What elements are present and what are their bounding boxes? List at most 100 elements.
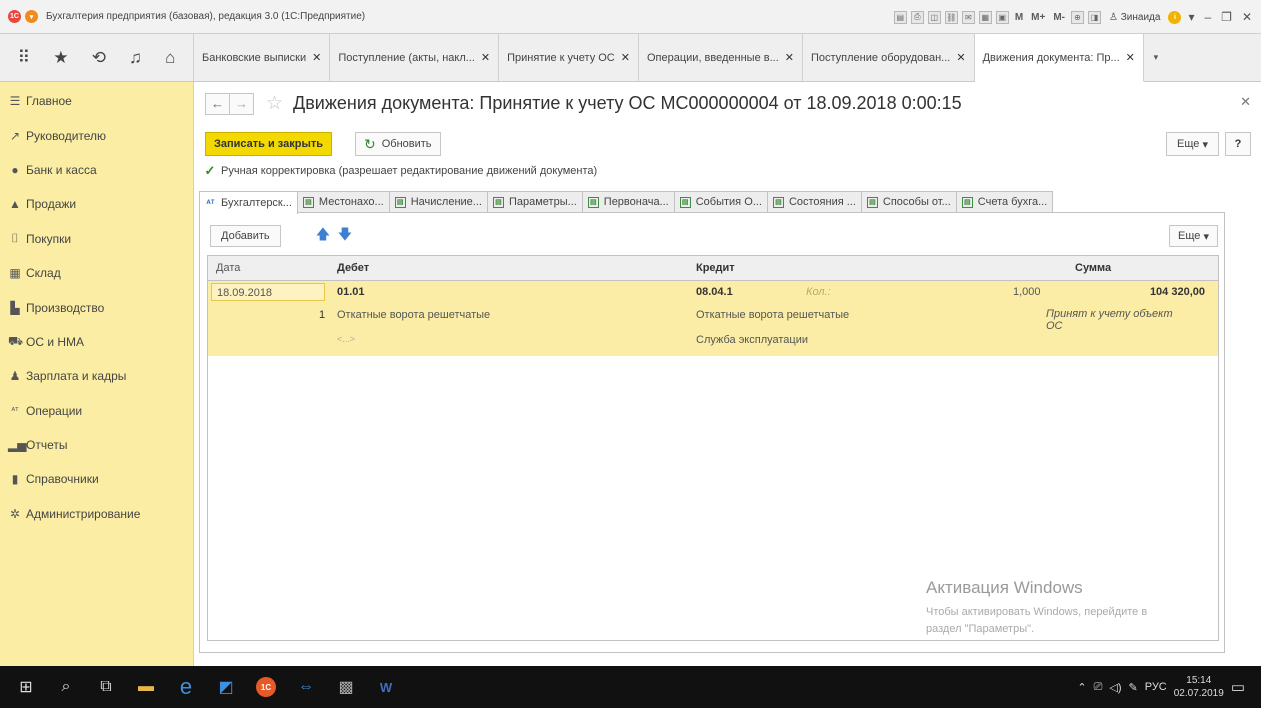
- date-cell[interactable]: 18.09.2018: [211, 283, 325, 301]
- teamviewer-icon[interactable]: ⇔: [288, 669, 324, 705]
- sidebar-item-purchases[interactable]: ⌷ Покупки: [0, 222, 193, 256]
- sidebar-item-catalogs[interactable]: ▮ Справочники: [0, 462, 193, 496]
- memory-plus-button[interactable]: M+: [1029, 12, 1047, 23]
- tab-document-movements[interactable]: Движения документа: Пр... ✕: [974, 34, 1144, 82]
- home-icon[interactable]: ⌂: [165, 48, 175, 68]
- sidebar-item-operations[interactable]: ᴬᵀ Операции: [0, 394, 193, 428]
- close-tab-icon[interactable]: ✕: [1126, 51, 1135, 64]
- edge-browser-icon[interactable]: e: [168, 669, 204, 705]
- history-icon[interactable]: ⟲: [92, 48, 106, 68]
- tab-manual-operations[interactable]: Операции, введенные в... ✕: [639, 34, 803, 81]
- task-view-icon[interactable]: ⧉: [88, 669, 124, 705]
- close-tab-icon[interactable]: ✕: [481, 51, 490, 64]
- memory-m-button[interactable]: M: [1013, 12, 1025, 23]
- calendar-icon[interactable]: ▣: [995, 10, 1009, 24]
- add-row-button[interactable]: Добавить: [210, 225, 281, 247]
- column-credit[interactable]: Кредит: [696, 262, 735, 274]
- tab-states-register[interactable]: ▤ Состояния ...: [766, 191, 862, 212]
- clock[interactable]: 15:14 02.07.2019: [1174, 674, 1224, 700]
- tab-equipment-receipt[interactable]: Поступление оборудован... ✕: [803, 34, 975, 81]
- save-icon[interactable]: ▤: [893, 10, 907, 24]
- close-tab-icon[interactable]: ✕: [312, 51, 321, 64]
- tab-initial-register[interactable]: ▤ Первонача...: [581, 191, 675, 212]
- sidebar-item-label: Покупки: [26, 231, 72, 246]
- pen-icon[interactable]: ✎: [1129, 681, 1138, 694]
- windows-start-icon[interactable]: ⊞: [8, 669, 44, 705]
- sidebar-item-warehouse[interactable]: ▦ Склад: [0, 256, 193, 290]
- close-tab-icon[interactable]: ✕: [785, 51, 794, 64]
- save-and-close-button[interactable]: Записать и закрыть: [205, 132, 333, 156]
- notifications-icon[interactable]: ▭: [1231, 678, 1245, 696]
- print-icon[interactable]: ⎙: [910, 10, 924, 24]
- tab-methods-register[interactable]: ▤ Способы от...: [860, 191, 957, 212]
- tab-location-register[interactable]: ▤ Местонахо...: [296, 191, 390, 212]
- word-icon[interactable]: W: [368, 669, 404, 705]
- manual-correction-checkbox[interactable]: ✓: [204, 163, 216, 178]
- user-name[interactable]: ♙ Зинаида: [1105, 12, 1164, 23]
- sidebar-item-main[interactable]: ☰ Главное: [0, 84, 193, 118]
- dropdown-icon[interactable]: ▾: [1185, 10, 1197, 24]
- sidebar-item-production[interactable]: ▙ Производство: [0, 290, 193, 324]
- tab-accounts-register[interactable]: ▤ Счета бухга...: [955, 191, 1054, 212]
- sidebar-item-os-nma[interactable]: ⛟ ОС и НМА: [0, 325, 193, 359]
- help-button[interactable]: ?: [1225, 132, 1251, 156]
- tabs-more-icon[interactable]: ▾: [1144, 34, 1168, 81]
- tab-os-acceptance[interactable]: Принятие к учету ОС ✕: [499, 34, 639, 81]
- tab-events-register[interactable]: ▤ События О...: [673, 191, 768, 212]
- language-indicator[interactable]: РУС: [1145, 681, 1167, 693]
- column-sum[interactable]: Сумма: [1075, 262, 1111, 274]
- image-app-icon[interactable]: ▩: [328, 669, 364, 705]
- move-up-icon[interactable]: 🡅: [312, 225, 334, 247]
- minimize-icon[interactable]: –: [1201, 10, 1214, 24]
- mail-icon[interactable]: ✉: [961, 10, 975, 24]
- zoom-icon[interactable]: ⊕: [1071, 10, 1084, 24]
- favorites-star-icon[interactable]: ★: [53, 48, 68, 68]
- move-down-icon[interactable]: 🡇: [334, 225, 356, 247]
- sidebar-item-reports[interactable]: ▂▅ Отчеты: [0, 428, 193, 462]
- sidebar-item-admin[interactable]: ✲ Администрирование: [0, 497, 193, 531]
- tab-bank-statements[interactable]: Банковские выписки ✕: [194, 34, 331, 81]
- restore-icon[interactable]: ❐: [1218, 10, 1235, 24]
- tab-parameters-register[interactable]: ▤ Параметры...: [486, 191, 583, 212]
- apps-grid-icon[interactable]: ⠿: [18, 48, 30, 68]
- column-debit[interactable]: Дебет: [337, 262, 369, 274]
- 1c-app-icon[interactable]: 1С: [248, 669, 284, 705]
- link-icon[interactable]: ⛓: [944, 10, 958, 24]
- sidebar-item-bank-cash[interactable]: ● Банк и касса: [0, 153, 193, 187]
- search-icon[interactable]: ⌕: [48, 669, 84, 705]
- sidebar-item-sales[interactable]: ▲ Продажи: [0, 187, 193, 221]
- tab-depreciation-register[interactable]: ▤ Начисление...: [388, 191, 488, 212]
- volume-icon[interactable]: ◁): [1109, 681, 1121, 694]
- refresh-button[interactable]: ↻ Обновить: [355, 132, 441, 156]
- bell-icon[interactable]: ♫: [129, 48, 142, 68]
- favorite-star-icon[interactable]: ☆: [266, 92, 283, 115]
- preview-icon[interactable]: ◫: [927, 10, 941, 24]
- table-row[interactable]: 18.09.2018 01.01 08.04.1 Кол.: 1,000 104…: [208, 281, 1218, 356]
- close-window-icon[interactable]: ✕: [1239, 10, 1255, 24]
- factory-icon: ▙: [10, 300, 20, 315]
- table-more-button[interactable]: Еще ▾: [1169, 225, 1218, 247]
- close-form-icon[interactable]: ✕: [1240, 94, 1251, 110]
- more-button[interactable]: Еще ▾: [1166, 132, 1219, 156]
- file-explorer-icon[interactable]: ▬: [128, 669, 164, 705]
- forward-button[interactable]: →: [229, 92, 254, 115]
- sidebar-item-salary[interactable]: ♟ Зарплата и кадры: [0, 359, 193, 393]
- panel-icon[interactable]: ◨: [1088, 10, 1101, 24]
- page-title: Движения документа: Принятие к учету ОС …: [293, 93, 962, 113]
- calculator-icon[interactable]: ▦: [978, 10, 992, 24]
- info-icon[interactable]: i: [1168, 10, 1182, 24]
- column-date[interactable]: Дата: [216, 262, 240, 274]
- close-tab-icon[interactable]: ✕: [956, 51, 965, 64]
- sidebar-item-management[interactable]: ↗ Руководителю: [0, 118, 193, 152]
- main-menu-icon[interactable]: ▾: [25, 10, 38, 23]
- chevron-up-icon[interactable]: ⌃: [1077, 681, 1086, 694]
- back-button[interactable]: ←: [205, 92, 230, 115]
- close-tab-icon[interactable]: ✕: [621, 51, 630, 64]
- tab-accounting-register[interactable]: ᴬᵀ Бухгалтерск...: [199, 191, 298, 214]
- memory-minus-button[interactable]: M-: [1051, 12, 1067, 23]
- manual-correction-label[interactable]: Ручная корректировка (разрешает редактир…: [221, 165, 597, 177]
- outlook-icon[interactable]: ◩: [208, 669, 244, 705]
- form-header: ← → ☆ Движения документа: Принятие к уче…: [205, 92, 962, 115]
- network-icon[interactable]: ⎚: [1094, 681, 1103, 694]
- tab-receipt[interactable]: Поступление (акты, накл... ✕: [330, 34, 500, 81]
